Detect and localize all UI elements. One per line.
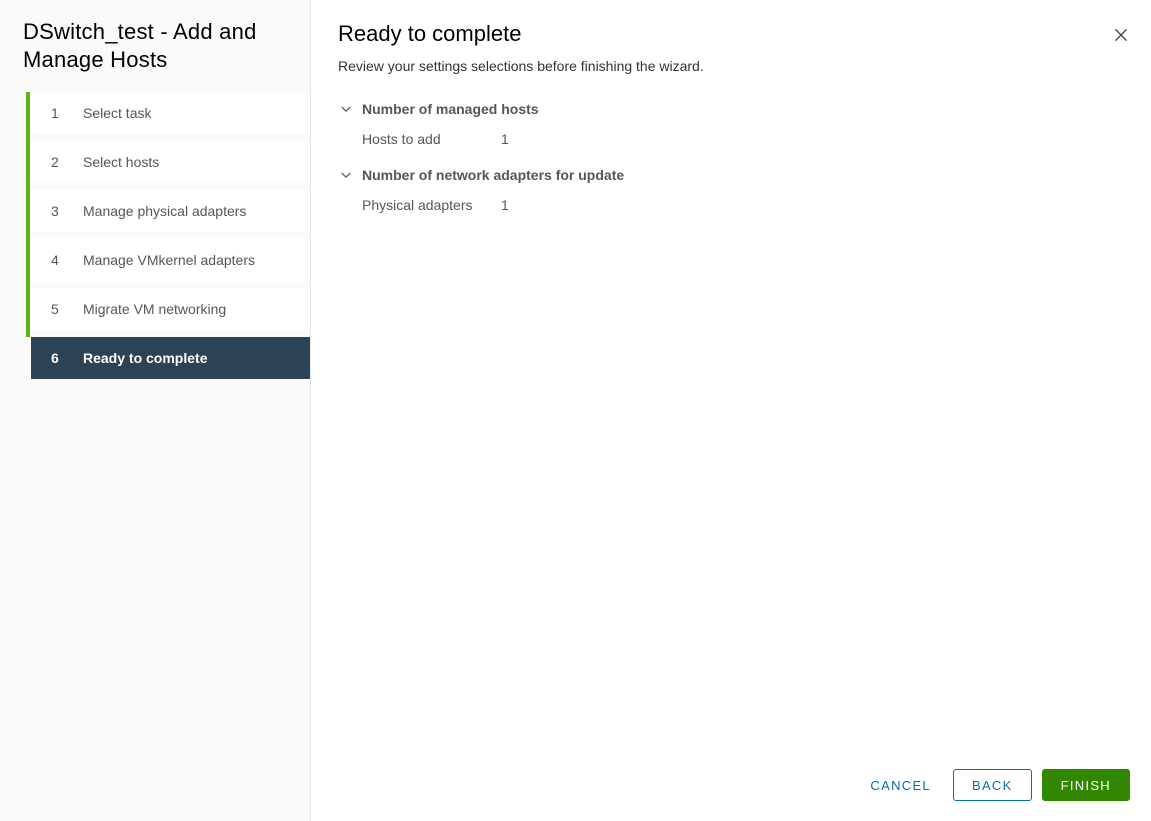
sidebar-step-5[interactable]: 5 Migrate VM networking	[31, 288, 310, 330]
step-number: 4	[51, 252, 59, 268]
sidebar-step-1[interactable]: 1 Select task	[31, 92, 310, 134]
summary-section-title: Number of managed hosts	[362, 101, 539, 117]
step-label: Manage VMkernel adapters	[83, 252, 255, 268]
cancel-button[interactable]: CANCEL	[856, 769, 945, 801]
summary-row-value: 1	[501, 131, 509, 147]
summary-row: Physical adapters 1	[338, 195, 1151, 215]
summary-sections: Number of managed hosts Hosts to add 1 Numb…	[311, 99, 1151, 215]
step-number: 1	[51, 105, 59, 121]
summary-row-label: Hosts to add	[362, 131, 441, 147]
step-label: Manage physical adapters	[83, 203, 247, 219]
summary-row: Hosts to add 1	[338, 129, 1151, 149]
page-subtitle: Review your settings selections before f…	[338, 58, 704, 74]
finish-button[interactable]: FINISH	[1041, 769, 1130, 801]
summary-row-label: Physical adapters	[362, 197, 473, 213]
step-number: 6	[51, 350, 59, 366]
chevron-down-icon[interactable]	[338, 101, 354, 117]
summary-section: Number of managed hosts Hosts to add 1	[338, 99, 1151, 149]
summary-rows: Physical adapters 1	[338, 195, 1151, 215]
main-header: Ready to complete Review your settings s…	[311, 0, 1151, 75]
summary-rows: Hosts to add 1	[338, 129, 1151, 149]
back-button[interactable]: BACK	[952, 769, 1032, 801]
step-label: Ready to complete	[83, 350, 208, 366]
summary-section-header[interactable]: Number of network adapters for update	[338, 165, 1151, 185]
add-and-manage-hosts-wizard: DSwitch_test - Add and Manage Hosts 1 Sel…	[0, 0, 1151, 821]
wizard-main-panel: Ready to complete Review your settings s…	[311, 0, 1151, 821]
step-label: Migrate VM networking	[83, 301, 227, 317]
wizard-steps-container: 1 Select task 2 Select hosts 3 Manage physica…	[0, 92, 310, 379]
wizard-sidebar: DSwitch_test - Add and Manage Hosts 1 Sel…	[0, 0, 311, 821]
step-number: 5	[51, 301, 59, 317]
step-label: Select hosts	[83, 154, 160, 170]
sidebar-step-2[interactable]: 2 Select hosts	[31, 141, 310, 183]
page-title: Ready to complete	[338, 21, 522, 46]
step-number: 3	[51, 203, 59, 219]
wizard-footer: CANCEL BACK FINISH	[311, 769, 1151, 801]
step-label: Select task	[83, 105, 152, 121]
summary-section-title: Number of network adapters for update	[362, 167, 625, 183]
summary-row-value: 1	[501, 197, 509, 213]
sidebar-step-6[interactable]: 6 Ready to complete	[31, 337, 310, 379]
wizard-step-list: 1 Select task 2 Select hosts 3 Manage physica…	[0, 92, 310, 379]
steps-progress-bar	[26, 92, 30, 337]
close-icon[interactable]	[1108, 22, 1134, 48]
chevron-down-icon[interactable]	[338, 167, 354, 183]
wizard-title: DSwitch_test - Add and Manage Hosts	[23, 19, 257, 72]
sidebar-step-4[interactable]: 4 Manage VMkernel adapters	[31, 239, 310, 281]
step-number: 2	[51, 154, 59, 170]
summary-section-header[interactable]: Number of managed hosts	[338, 99, 1151, 119]
summary-section: Number of network adapters for update Phy…	[338, 165, 1151, 215]
sidebar-step-3[interactable]: 3 Manage physical adapters	[31, 190, 310, 232]
